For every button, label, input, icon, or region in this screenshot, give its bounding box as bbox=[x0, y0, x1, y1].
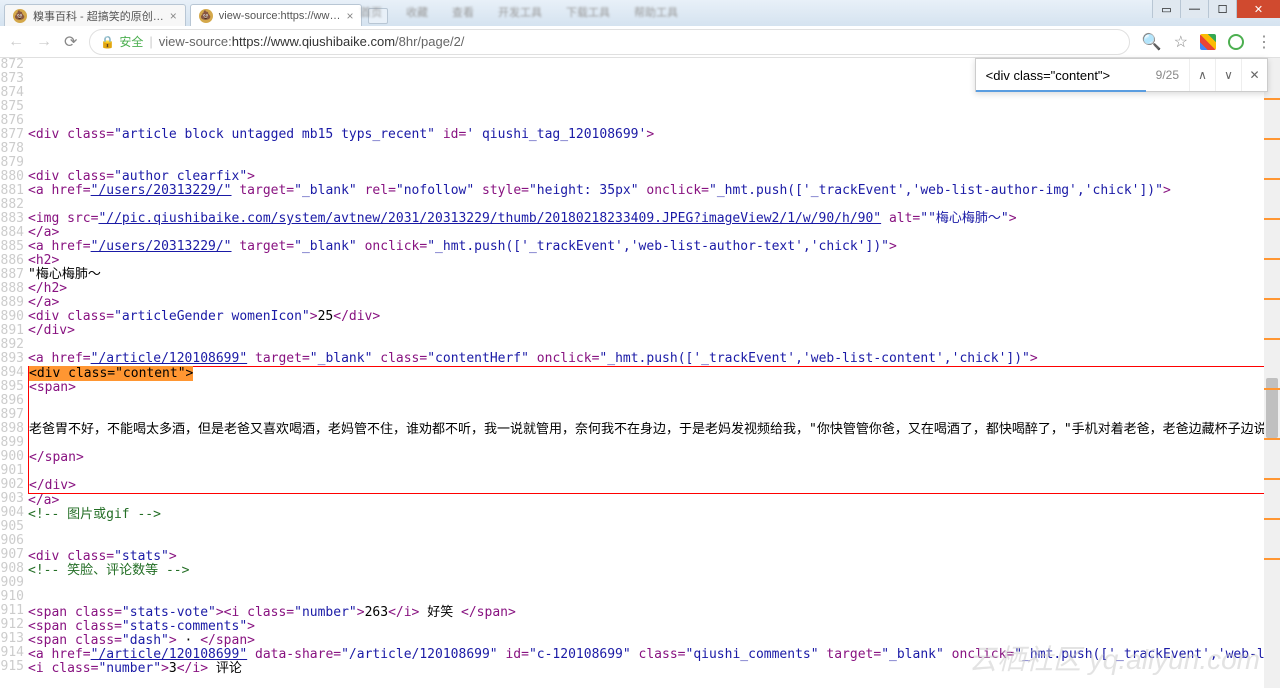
find-tickmark bbox=[1264, 478, 1280, 480]
scroll-thumb[interactable] bbox=[1266, 378, 1278, 438]
scrollbar[interactable] bbox=[1264, 58, 1280, 688]
forward-icon[interactable]: → bbox=[36, 33, 52, 51]
find-input[interactable] bbox=[976, 59, 1146, 91]
source-view: 8728738748758768778788798808818828838848… bbox=[0, 58, 1280, 676]
find-tickmark bbox=[1264, 218, 1280, 220]
favicon: 💩 bbox=[13, 9, 27, 23]
find-tickmark bbox=[1264, 98, 1280, 100]
find-tickmark bbox=[1264, 388, 1280, 390]
find-tickmark bbox=[1264, 258, 1280, 260]
address-bar[interactable]: 🔒 安全 | view-source:https://www.qiushibai… bbox=[89, 29, 1129, 55]
find-tickmark bbox=[1264, 558, 1280, 560]
find-tickmark bbox=[1264, 178, 1280, 180]
find-tickmark bbox=[1264, 298, 1280, 300]
find-prev-icon[interactable]: ∧ bbox=[1189, 59, 1215, 91]
secure-badge: 🔒 安全 bbox=[100, 33, 143, 50]
search-icon[interactable]: 🔍 bbox=[1142, 32, 1162, 52]
tab-title: 糗事百科 - 超搞笑的原创… bbox=[33, 8, 164, 24]
menu-bar: 首页收藏查看开发工具下载工具帮助工具 bbox=[360, 4, 678, 20]
maximize-button[interactable]: ☐ bbox=[1208, 0, 1236, 18]
close-icon[interactable]: × bbox=[346, 9, 353, 23]
browser-toolbar: ← → ⟳ 🔒 安全 | view-source:https://www.qiu… bbox=[0, 26, 1280, 58]
minimize-button[interactable]: — bbox=[1180, 0, 1208, 18]
find-count: 9/25 bbox=[1146, 68, 1189, 82]
extension-icon[interactable] bbox=[1200, 34, 1216, 50]
browser-tab[interactable]: 💩 糗事百科 - 超搞笑的原创… × bbox=[4, 4, 186, 26]
extension-icon[interactable] bbox=[1228, 34, 1244, 50]
extra-button[interactable]: ▭ bbox=[1152, 0, 1180, 18]
find-in-page-bar: 9/25 ∧ ∨ ✕ bbox=[975, 58, 1268, 92]
find-tickmark bbox=[1264, 438, 1280, 440]
star-icon[interactable]: ☆ bbox=[1174, 32, 1188, 52]
browser-tab-active[interactable]: 💩 view-source:https://ww… × bbox=[190, 4, 363, 26]
url-text: view-source:https://www.qiushibaike.com/… bbox=[159, 34, 465, 49]
back-icon[interactable]: ← bbox=[8, 33, 24, 51]
find-next-icon[interactable]: ∨ bbox=[1215, 59, 1241, 91]
reload-icon[interactable]: ⟳ bbox=[64, 32, 77, 52]
tab-title: view-source:https://ww… bbox=[219, 10, 341, 22]
find-tickmark bbox=[1264, 518, 1280, 520]
close-icon[interactable]: × bbox=[170, 9, 177, 23]
browser-titlebar: 💩 糗事百科 - 超搞笑的原创… × 💩 view-source:https:/… bbox=[0, 0, 1280, 26]
menu-icon[interactable]: ⋮ bbox=[1256, 32, 1272, 52]
window-controls: ▭ — ☐ ✕ bbox=[1152, 0, 1280, 18]
close-button[interactable]: ✕ bbox=[1236, 0, 1280, 18]
favicon: 💩 bbox=[199, 9, 213, 23]
find-tickmark bbox=[1264, 338, 1280, 340]
line-numbers: 8728738748758768778788798808818828838848… bbox=[0, 58, 28, 676]
find-tickmark bbox=[1264, 138, 1280, 140]
find-close-icon[interactable]: ✕ bbox=[1241, 59, 1267, 91]
lock-icon: 🔒 bbox=[100, 35, 115, 49]
source-code[interactable]: <div class="article block untagged mb15 … bbox=[28, 58, 1280, 676]
